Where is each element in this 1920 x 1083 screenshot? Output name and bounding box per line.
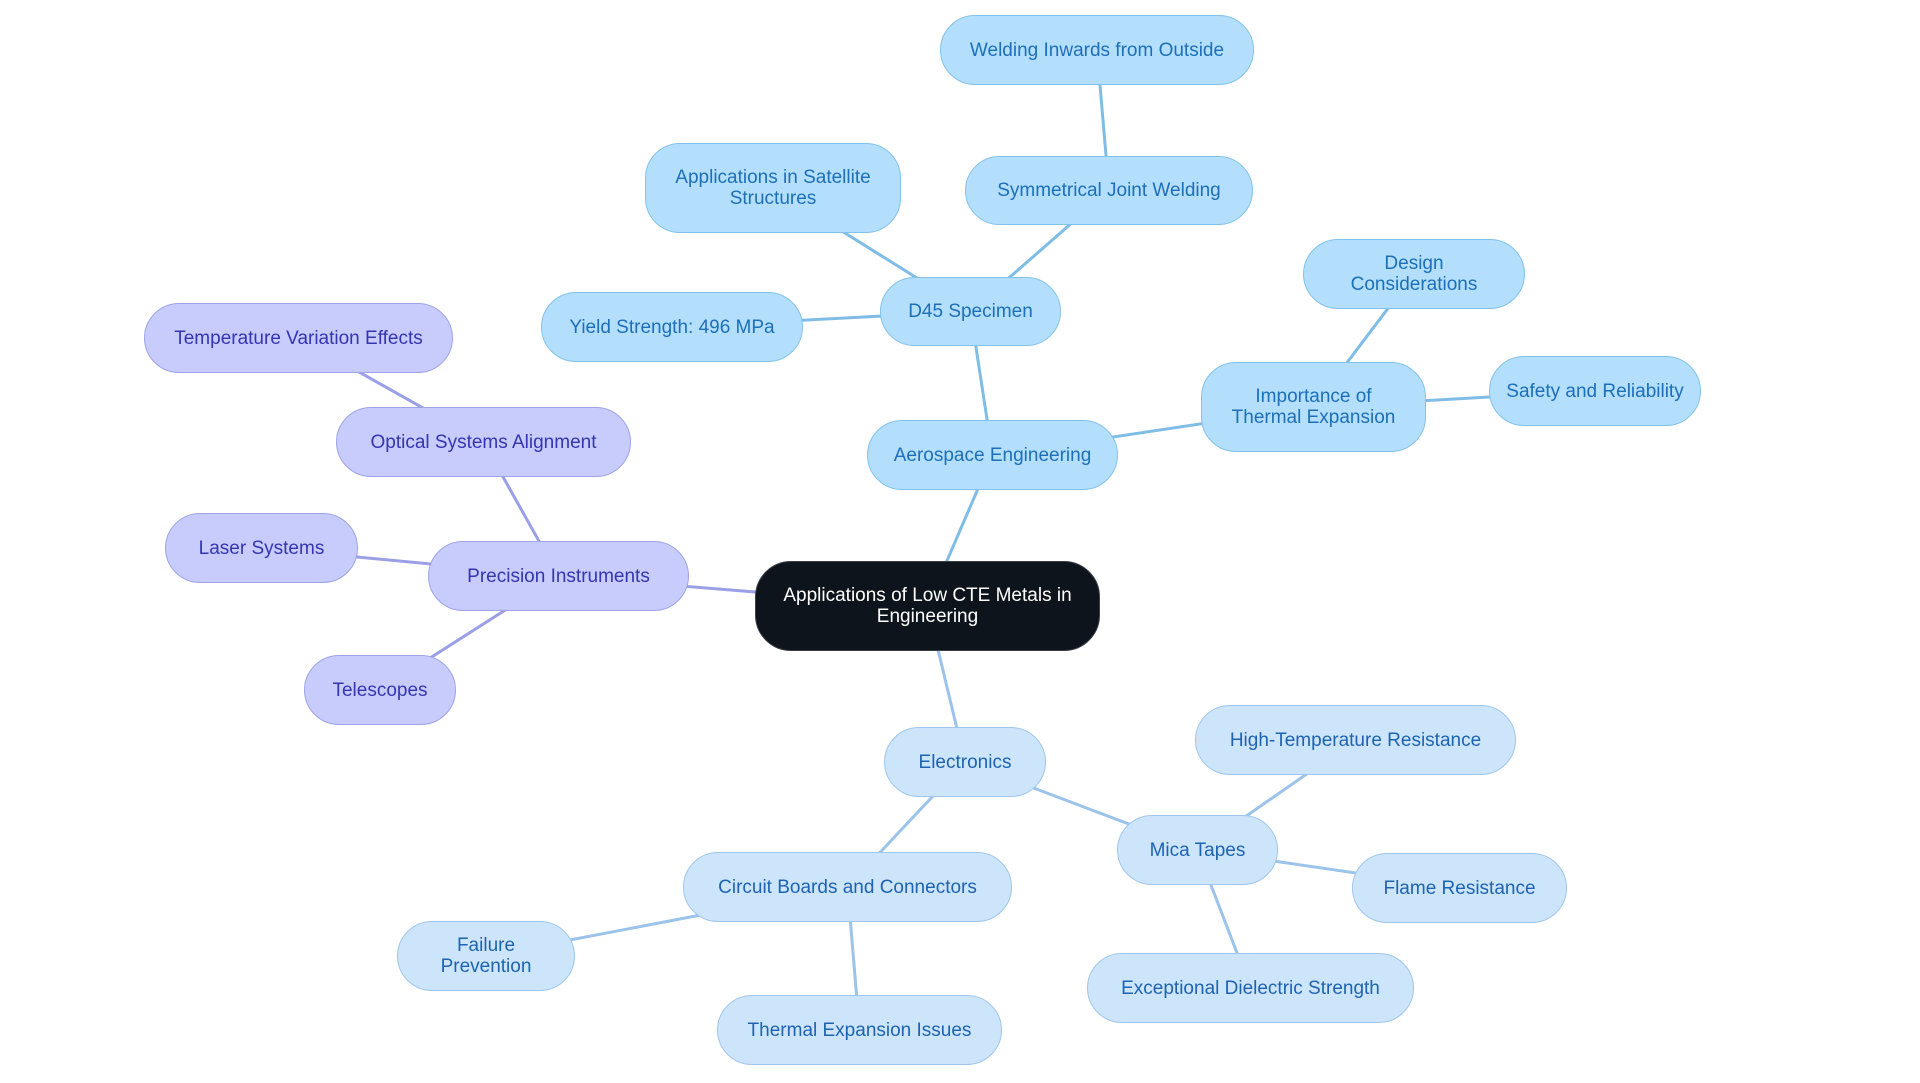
node-label: Optical Systems Alignment bbox=[370, 431, 597, 453]
node-label: Thermal Expansion Issues bbox=[747, 1019, 972, 1041]
node-satellite-structures[interactable]: Applications in Satellite Structures bbox=[645, 143, 901, 233]
node-label: Symmetrical Joint Welding bbox=[997, 180, 1221, 201]
node-label: Failure Prevention bbox=[440, 935, 532, 977]
node-label: High-Temperature Resistance bbox=[1229, 729, 1482, 751]
node-exceptional-dielectric-strength[interactable]: Exceptional Dielectric Strength bbox=[1087, 953, 1414, 1023]
node-label: Exceptional Dielectric Strength bbox=[1121, 977, 1380, 999]
node-label: Telescopes bbox=[332, 679, 428, 701]
node-flame-resistance[interactable]: Flame Resistance bbox=[1352, 853, 1567, 923]
node-telescopes[interactable]: Telescopes bbox=[304, 655, 456, 725]
node-label: Applications of Low CTE Metals in Engine… bbox=[783, 585, 1072, 627]
node-label: Precision Instruments bbox=[467, 565, 650, 587]
node-label: Aerospace Engineering bbox=[893, 444, 1092, 466]
node-label: Laser Systems bbox=[198, 537, 325, 559]
node-label: Circuit Boards and Connectors bbox=[718, 876, 977, 898]
node-label: Design Considerations bbox=[1350, 253, 1478, 295]
node-importance-thermal-expansion[interactable]: Importance of Thermal Expansion bbox=[1201, 362, 1426, 452]
node-welding-inwards[interactable]: Welding Inwards from Outside bbox=[940, 15, 1254, 85]
node-label: Yield Strength: 496 MPa bbox=[569, 316, 775, 338]
node-high-temperature-resistance[interactable]: High-Temperature Resistance bbox=[1195, 705, 1516, 775]
node-label: Safety and Reliability bbox=[1506, 380, 1684, 402]
node-label: Welding Inwards from Outside bbox=[969, 39, 1225, 61]
node-aerospace-engineering[interactable]: Aerospace Engineering bbox=[867, 420, 1118, 490]
node-symmetrical-joint-welding[interactable]: Symmetrical Joint Welding bbox=[965, 156, 1253, 225]
node-label: Electronics bbox=[918, 751, 1012, 773]
node-thermal-expansion-issues[interactable]: Thermal Expansion Issues bbox=[717, 995, 1002, 1065]
node-label: D45 Specimen bbox=[908, 301, 1033, 322]
node-label: Applications in Satellite Structures bbox=[675, 167, 871, 209]
node-root[interactable]: Applications of Low CTE Metals in Engine… bbox=[755, 561, 1100, 651]
node-mica-tapes[interactable]: Mica Tapes bbox=[1117, 815, 1278, 885]
mind-map-canvas: Applications of Low CTE Metals in Engine… bbox=[0, 0, 1920, 1083]
node-failure-prevention[interactable]: Failure Prevention bbox=[397, 921, 575, 991]
node-laser-systems[interactable]: Laser Systems bbox=[165, 513, 358, 583]
node-d45-specimen[interactable]: D45 Specimen bbox=[880, 277, 1061, 346]
node-label: Temperature Variation Effects bbox=[174, 327, 423, 349]
node-circuit-boards-connectors[interactable]: Circuit Boards and Connectors bbox=[683, 852, 1012, 922]
node-label: Mica Tapes bbox=[1149, 839, 1246, 861]
node-label: Flame Resistance bbox=[1383, 877, 1536, 899]
node-optical-systems-alignment[interactable]: Optical Systems Alignment bbox=[336, 407, 631, 477]
node-precision-instruments[interactable]: Precision Instruments bbox=[428, 541, 689, 611]
node-label: Importance of Thermal Expansion bbox=[1231, 386, 1396, 428]
node-safety-reliability[interactable]: Safety and Reliability bbox=[1489, 356, 1701, 426]
node-design-considerations[interactable]: Design Considerations bbox=[1303, 239, 1525, 309]
node-electronics[interactable]: Electronics bbox=[884, 727, 1046, 797]
node-yield-strength[interactable]: Yield Strength: 496 MPa bbox=[541, 292, 803, 362]
node-temperature-variation-effects[interactable]: Temperature Variation Effects bbox=[144, 303, 453, 373]
